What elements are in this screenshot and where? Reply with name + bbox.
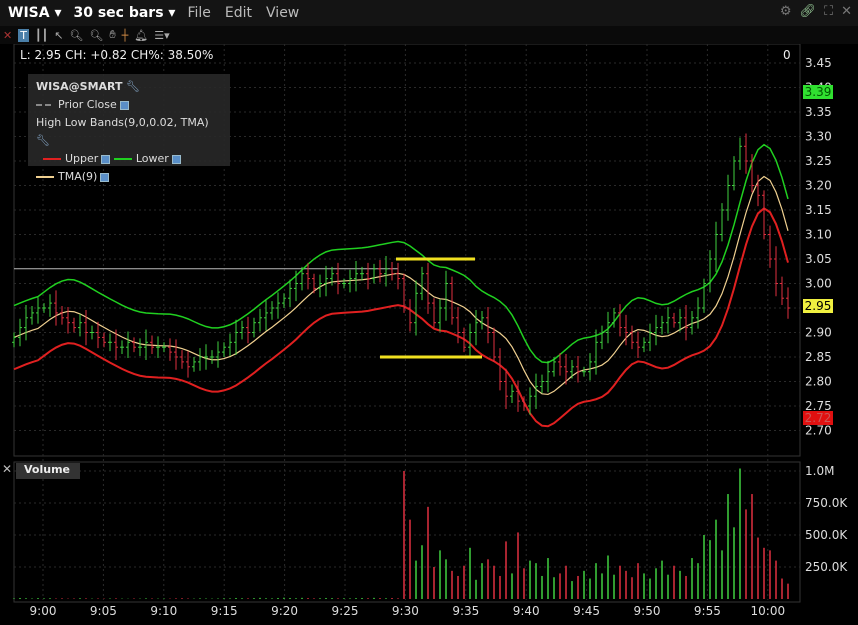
time-tick-label: 9:50 [634, 604, 661, 618]
zoom-in-icon[interactable]: 🔍︎ [69, 29, 83, 42]
upper-checkbox[interactable] [101, 154, 111, 164]
legend-upper: Upper [65, 152, 99, 165]
pointer-tool-icon[interactable]: ↖ [54, 29, 63, 42]
price-tick-label: 3.35 [805, 105, 832, 119]
legend-title: WISA@SMART [36, 80, 123, 93]
price-tick-label: 3.20 [805, 179, 832, 193]
price-tick-label: 3.30 [805, 130, 832, 144]
price-tick-label: 3.10 [805, 228, 832, 242]
volume-tick-label: 1.0M [805, 464, 834, 478]
interval-label: 30 sec bars [73, 5, 164, 21]
time-tick-label: 10:00 [751, 604, 786, 618]
interval-dropdown[interactable]: 30 sec bars ▾ [73, 5, 175, 21]
volume-tick-label: 250.0K [805, 560, 848, 574]
link-icon[interactable]: 🔗︎ [799, 4, 816, 19]
time-tick-label: 9:30 [392, 604, 419, 618]
chart-toolbar: ✕ T ┃┃ ↖ 🔍︎ 🔍︎ ✋︎ ┼ 🔔︎ ☰▾ [0, 26, 858, 44]
layers-icon[interactable]: ☰▾ [154, 29, 169, 42]
legend-tma: TMA(9) [58, 170, 98, 183]
crosshair-icon[interactable]: ┼ [122, 29, 129, 42]
legend-bands: High Low Bands(9,0,0.02, TMA) [36, 116, 209, 129]
time-tick-label: 9:10 [150, 604, 177, 618]
legend-prior-close: Prior Close [58, 98, 117, 111]
time-tick-label: 9:40 [513, 604, 540, 618]
menu-file[interactable]: File [187, 5, 210, 21]
time-tick-label: 9:05 [90, 604, 117, 618]
time-tick-label: 9:00 [30, 604, 57, 618]
bell-icon[interactable]: 🔔︎ [134, 29, 148, 42]
wrench-icon[interactable]: 🔧︎ [126, 80, 140, 93]
legend-lower: Lower [135, 152, 169, 165]
time-tick-label: 9:55 [694, 604, 721, 618]
symbol-label: WISA [8, 5, 50, 21]
maximize-icon[interactable]: ⛶ [824, 4, 833, 19]
time-tick-label: 9:45 [573, 604, 600, 618]
time-tick-label: 9:20 [271, 604, 298, 618]
price-tick-label: 3.00 [805, 277, 832, 291]
price-tick-label: 2.90 [805, 326, 832, 340]
menu-view[interactable]: View [266, 5, 299, 21]
price-tick-label: 2.85 [805, 350, 832, 364]
bars-tool-icon[interactable]: ┃┃ [35, 29, 48, 42]
zoom-out-icon[interactable]: 🔍︎ [89, 29, 103, 42]
tma-line [13, 175, 789, 396]
price-tick-label: 2.80 [805, 375, 832, 389]
volume-tick-label: 750.0K [805, 496, 848, 510]
legend: WISA@SMART 🔧︎ Prior Close High Low Bands… [28, 74, 230, 183]
last-price-badge: 2.95 [803, 299, 833, 313]
price-tick-label: 3.15 [805, 203, 832, 217]
prior-close-checkbox[interactable] [119, 100, 129, 110]
text-tool-icon[interactable]: T [18, 28, 29, 42]
title-bar: WISA ▾ 30 sec bars ▾ File Edit View ⚙ 🔗︎… [0, 0, 858, 26]
symbol-dropdown[interactable]: WISA ▾ [8, 5, 61, 21]
close-volume-icon[interactable]: ✕ [2, 462, 12, 476]
wrench-icon[interactable]: 🔧︎ [36, 134, 50, 147]
time-tick-label: 9:35 [452, 604, 479, 618]
low-price-badge: 2.72 [803, 411, 833, 425]
lower-checkbox[interactable] [171, 154, 181, 164]
volume-pane-frame [13, 461, 801, 603]
close-toolbar-icon[interactable]: ✕ [3, 29, 12, 42]
menu-edit[interactable]: Edit [225, 5, 252, 21]
price-tick-label: 2.70 [805, 424, 832, 438]
time-tick-label: 9:15 [211, 604, 238, 618]
time-tick-label: 9:25 [332, 604, 359, 618]
volume-tick-label: 500.0K [805, 528, 848, 542]
price-tick-label: 3.45 [805, 56, 832, 70]
volume-pane-label: Volume [16, 463, 80, 479]
price-tick-label: 3.25 [805, 154, 832, 168]
pane-index: 0 [783, 48, 791, 62]
gear-icon[interactable]: ⚙ [780, 4, 792, 19]
upper-band-line [13, 207, 789, 428]
price-tick-label: 3.05 [805, 252, 832, 266]
hand-tool-icon[interactable]: ✋︎ [109, 28, 115, 42]
high-price-badge: 3.39 [803, 85, 833, 99]
price-info: L: 2.95 CH: +0.82 CH%: 38.50% [20, 48, 214, 62]
close-icon[interactable]: ✕ [841, 4, 852, 19]
tma-checkbox[interactable] [100, 172, 110, 182]
